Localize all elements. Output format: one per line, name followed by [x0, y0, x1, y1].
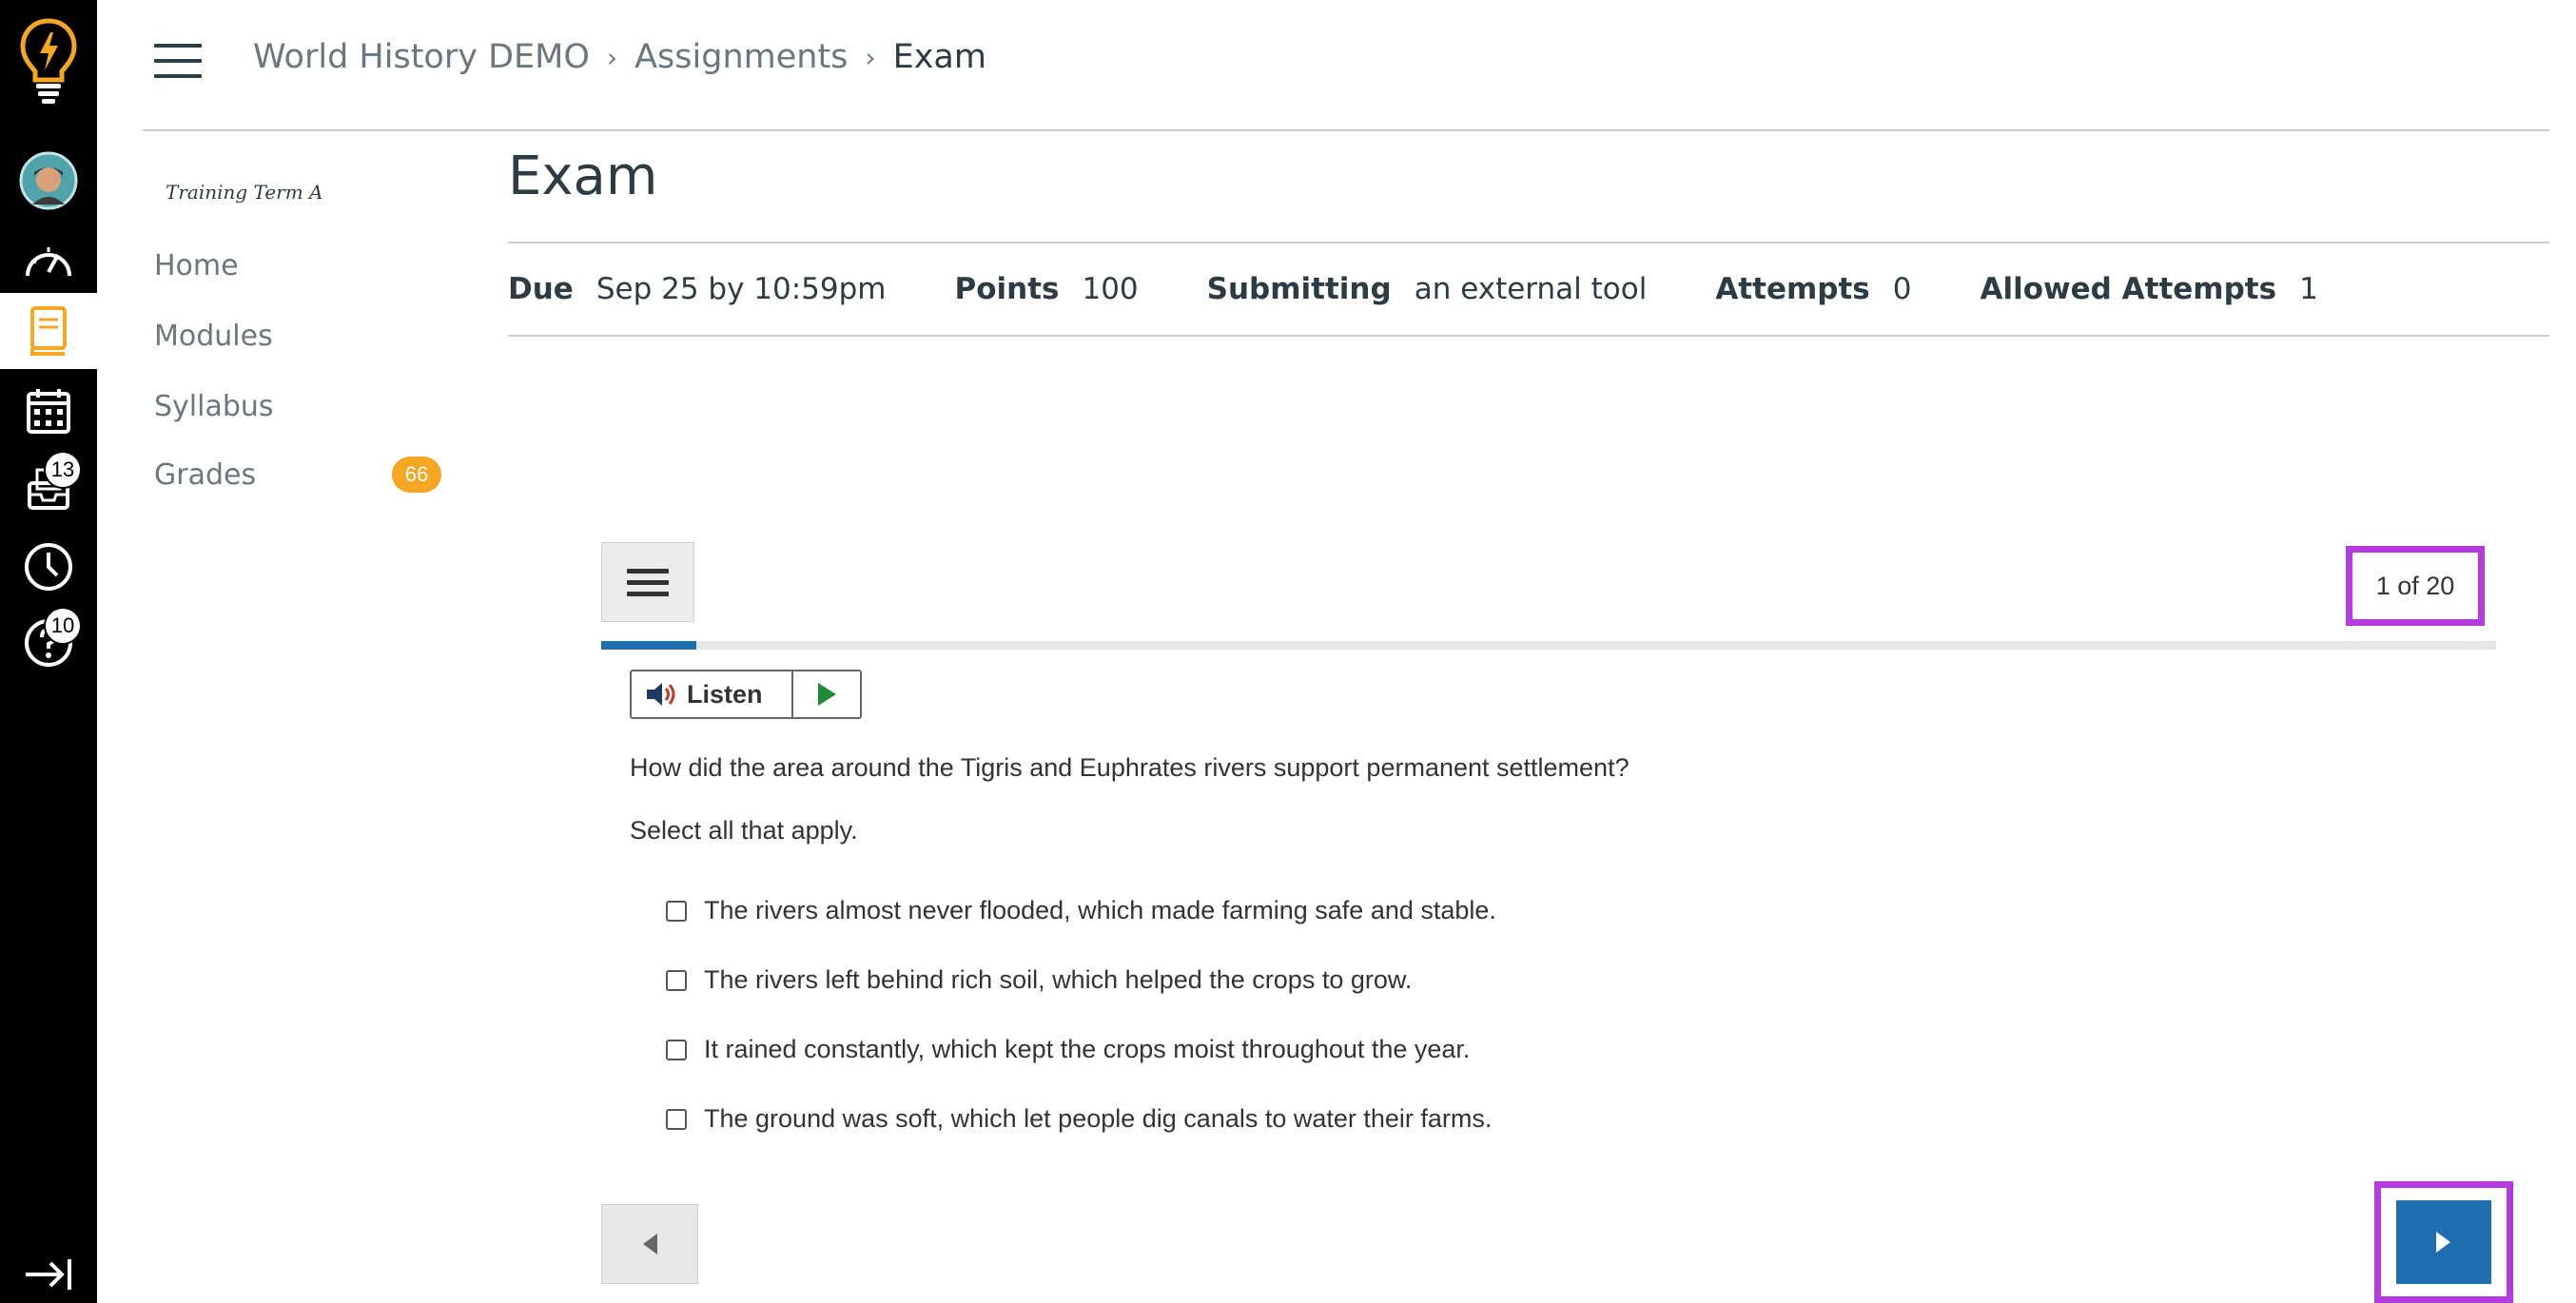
- inbox-badge: 13: [44, 451, 82, 489]
- course-navigation: Training Term A Home Modules Syllabus Gr…: [143, 152, 457, 493]
- submitting-label: Submitting: [1206, 272, 1392, 306]
- main-content: Exam Due Sep 25 by 10:59pm Points 100 Su…: [508, 129, 2549, 337]
- page-title: Exam: [508, 146, 658, 207]
- global-navigation: 13 10: [0, 0, 97, 1303]
- assignment-details: Due Sep 25 by 10:59pm Points 100 Submitt…: [508, 242, 2549, 337]
- progress-bar: [601, 641, 2496, 650]
- collapse-nav-icon[interactable]: [0, 1246, 97, 1303]
- term-label: Training Term A: [166, 181, 323, 204]
- breadcrumb-separator: ›: [865, 41, 876, 73]
- due-label: Due: [508, 272, 574, 306]
- page-header: World History DEMO › Assignments › Exam: [143, 0, 2549, 131]
- calendar-icon[interactable]: [0, 373, 97, 449]
- next-question-button[interactable]: [2396, 1200, 2491, 1284]
- due-value: Sep 25 by 10:59pm: [595, 272, 887, 306]
- history-icon[interactable]: [0, 529, 97, 605]
- answer-option[interactable]: It rained constantly, which kept the cro…: [666, 1035, 1470, 1064]
- breadcrumb: World History DEMO › Assignments › Exam: [253, 38, 986, 76]
- breadcrumb-separator: ›: [606, 41, 618, 73]
- question-menu-button[interactable]: [601, 542, 694, 622]
- dashboard-icon[interactable]: [0, 223, 97, 299]
- inbox-icon[interactable]: 13: [0, 451, 97, 527]
- text-to-speech-control: Listen: [630, 670, 862, 719]
- listen-label: Listen: [687, 679, 763, 709]
- points-label: Points: [954, 272, 1060, 306]
- next-button-highlight: [2374, 1181, 2513, 1303]
- course-nav-modules[interactable]: Modules: [154, 320, 273, 353]
- question-instruction: Select all that apply.: [630, 816, 858, 845]
- answer-text: The ground was soft, which let people di…: [704, 1104, 1493, 1133]
- course-nav-grades[interactable]: Grades: [154, 458, 256, 492]
- breadcrumb-assignments-link[interactable]: Assignments: [634, 38, 848, 76]
- answer-option[interactable]: The rivers left behind rich soil, which …: [666, 965, 1412, 995]
- breadcrumb-current: Exam: [892, 38, 986, 76]
- speaker-icon: [647, 683, 675, 706]
- progress-fill: [601, 641, 696, 650]
- chevron-left-icon: [643, 1234, 657, 1254]
- play-button[interactable]: [793, 671, 860, 717]
- course-nav-home[interactable]: Home: [154, 249, 239, 282]
- listen-button[interactable]: Listen: [632, 671, 793, 717]
- breadcrumb-course-link[interactable]: World History DEMO: [253, 38, 590, 76]
- answer-checkbox[interactable]: [666, 900, 687, 922]
- question-text: How did the area around the Tigris and E…: [630, 753, 1630, 782]
- chevron-right-icon: [2436, 1232, 2450, 1253]
- answer-option[interactable]: The ground was soft, which let people di…: [666, 1104, 1492, 1134]
- allowed-attempts-value: 1: [2299, 272, 2318, 306]
- answer-text: The rivers left behind rich soil, which …: [704, 965, 1413, 994]
- answer-option[interactable]: The rivers almost never flooded, which m…: [666, 896, 1496, 925]
- play-icon: [818, 683, 836, 706]
- courses-icon[interactable]: [0, 293, 97, 369]
- course-menu-toggle-button[interactable]: [154, 44, 202, 82]
- question-counter: 1 of 20: [2375, 571, 2455, 600]
- help-icon[interactable]: 10: [0, 605, 97, 681]
- attempts-label: Attempts: [1715, 272, 1870, 306]
- quiz-player: 1 of 20 Listen How did the area around t…: [601, 542, 2513, 1303]
- attempts-value: 0: [1892, 272, 1912, 306]
- answer-checkbox[interactable]: [666, 1039, 687, 1060]
- question-counter-highlight: 1 of 20: [2346, 546, 2485, 626]
- account-avatar[interactable]: [0, 143, 97, 219]
- answer-checkbox[interactable]: [666, 1108, 687, 1130]
- submitting-value: an external tool: [1414, 272, 1648, 306]
- answer-text: It rained constantly, which kept the cro…: [704, 1035, 1471, 1063]
- answer-text: The rivers almost never flooded, which m…: [704, 896, 1496, 924]
- answer-checkbox[interactable]: [666, 969, 687, 991]
- points-value: 100: [1082, 272, 1139, 306]
- allowed-attempts-label: Allowed Attempts: [1980, 272, 2277, 306]
- previous-question-button[interactable]: [601, 1204, 698, 1284]
- course-nav-syllabus[interactable]: Syllabus: [154, 390, 274, 423]
- grades-badge: 66: [392, 457, 441, 493]
- logo-icon[interactable]: [0, 13, 97, 108]
- help-badge: 10: [44, 607, 82, 645]
